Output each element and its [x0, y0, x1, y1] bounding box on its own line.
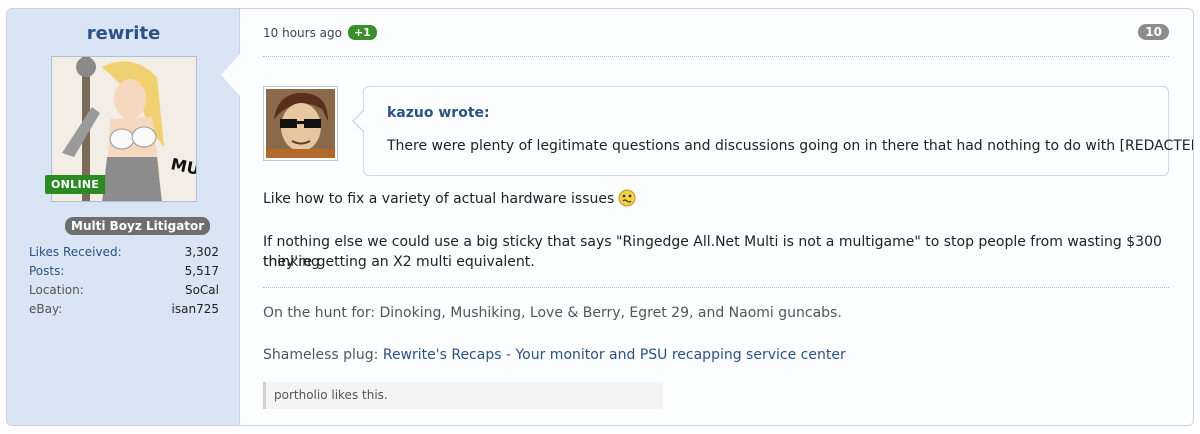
quoted-user-avatar[interactable]: [263, 86, 338, 161]
recaps-link[interactable]: Rewrite's Recaps - Your monitor and PSU …: [383, 347, 846, 363]
stat-posts: Posts: 5,517: [29, 262, 219, 281]
likes-bar: portholio likes this.: [263, 382, 663, 409]
stat-value: 3,302: [184, 245, 219, 259]
post-time[interactable]: 10 hours ago: [263, 26, 342, 40]
stat-label[interactable]: Likes Received:: [29, 243, 122, 262]
stat-likes-received: Likes Received: 3,302: [29, 243, 219, 262]
stat-value: isan725: [171, 302, 219, 316]
stat-label: eBay:: [29, 302, 63, 316]
forum-post: rewrite MULTI BOYZ ONLINE Multi Boyz Lit…: [6, 8, 1194, 426]
signature-plug: Shameless plug: Rewrite's Recaps - Your …: [263, 347, 846, 363]
post-body-line-3: they're getting an X2 multi equivalent.: [263, 254, 535, 270]
user-sidebar: rewrite MULTI BOYZ ONLINE Multi Boyz Lit…: [7, 9, 240, 425]
signature-plug-prefix: Shameless plug:: [263, 347, 379, 363]
quote-text: There were plenty of legitimate question…: [387, 138, 1194, 154]
rating-badge[interactable]: +1: [347, 25, 377, 40]
likes-text[interactable]: portholio likes this.: [274, 388, 388, 402]
stat-label: Location:: [29, 283, 84, 297]
signature-divider: [263, 287, 1169, 288]
user-stats: Likes Received: 3,302 Posts: 5,517 Locat…: [29, 243, 219, 319]
stat-location: Location: SoCal: [29, 281, 219, 300]
user-title-badge: Multi Boyz Litigator: [65, 217, 211, 235]
post-meta: 10 hours ago +1: [263, 25, 377, 40]
online-badge: ONLINE: [45, 175, 106, 194]
username[interactable]: rewrite: [7, 23, 240, 44]
post-content: 10 hours ago +1 10 kazuo wrote: There we…: [263, 9, 1193, 425]
post-body-line-1: Like how to fix a variety of actual hard…: [263, 189, 636, 213]
stat-ebay: eBay: isan725: [29, 300, 219, 319]
stat-label[interactable]: Posts:: [29, 262, 64, 281]
quote-block: kazuo wrote: There were plenty of legiti…: [363, 86, 1193, 176]
signature-hunt: On the hunt for: Dinoking, Mushiking, Lo…: [263, 305, 842, 321]
divider: [263, 56, 1169, 57]
sidebar-pointer: [221, 53, 241, 97]
smiley-icon: [618, 189, 636, 213]
post-body-text: Like how to fix a variety of actual hard…: [263, 191, 615, 207]
quote-pointer-inner: [354, 111, 364, 131]
post-number[interactable]: 10: [1138, 24, 1169, 40]
stat-value: 5,517: [184, 264, 219, 278]
stat-value: SoCal: [184, 283, 219, 297]
quote-author[interactable]: kazuo wrote:: [387, 105, 490, 121]
